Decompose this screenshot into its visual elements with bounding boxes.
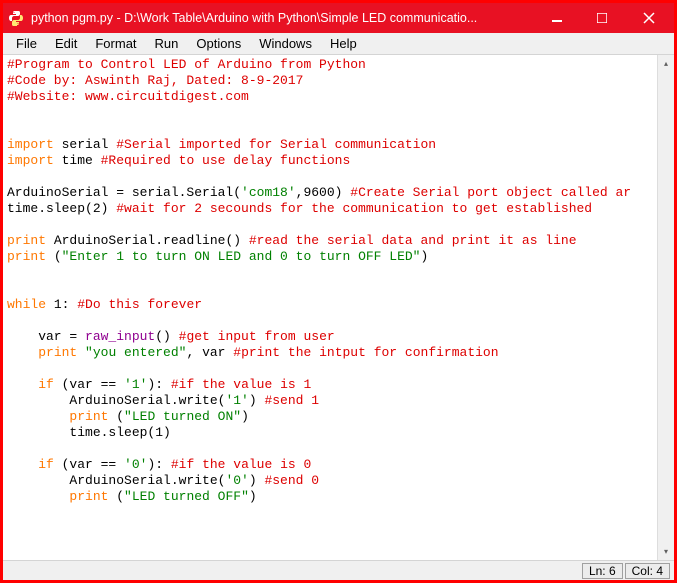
code-text: '0' — [225, 473, 248, 488]
code-text: ) — [420, 249, 428, 264]
code-text: "LED turned OFF" — [124, 489, 249, 504]
code-text: ,9600) — [296, 185, 351, 200]
code-text: ( — [46, 249, 62, 264]
code-text: print — [7, 233, 46, 248]
code-text: time.sleep(1) — [7, 425, 171, 440]
minimize-button[interactable] — [534, 3, 579, 33]
status-column: Col: 4 — [625, 563, 670, 579]
menu-run[interactable]: Run — [146, 34, 188, 53]
menu-windows[interactable]: Windows — [250, 34, 321, 53]
code-text — [7, 489, 69, 504]
code-text: print — [38, 345, 77, 360]
code-text: print — [7, 249, 46, 264]
code-text — [77, 345, 85, 360]
code-text: #send 1 — [264, 393, 319, 408]
code-text: #wait for 2 secounds for the communicati… — [116, 201, 592, 216]
menu-help[interactable]: Help — [321, 34, 366, 53]
window-controls — [534, 3, 674, 33]
code-text: #if the value is 0 — [171, 457, 311, 472]
python-icon — [7, 9, 25, 27]
maximize-button[interactable] — [579, 3, 624, 33]
code-text: ArduinoSerial.readline() — [46, 233, 249, 248]
code-text: ( — [108, 489, 124, 504]
code-text: #if the value is 1 — [171, 377, 311, 392]
scroll-down-button[interactable]: ▾ — [658, 543, 674, 560]
code-text: ArduinoSerial.write( — [7, 393, 225, 408]
statusbar: Ln: 6 Col: 4 — [3, 560, 674, 580]
code-text: #Create Serial port object called ar — [350, 185, 631, 200]
scrollbar-track[interactable] — [658, 72, 674, 543]
chevron-up-icon: ▴ — [664, 59, 668, 68]
menu-file[interactable]: File — [7, 34, 46, 53]
code-text: #Required to use delay functions — [101, 153, 351, 168]
code-text: raw_input — [85, 329, 155, 344]
code-text: '1' — [225, 393, 248, 408]
code-text: #read the serial data and print it as li… — [249, 233, 577, 248]
close-icon — [643, 12, 655, 24]
close-button[interactable] — [624, 3, 674, 33]
code-text — [7, 409, 69, 424]
code-text: '0' — [124, 457, 147, 472]
code-text: import — [7, 137, 54, 152]
code-text — [7, 345, 38, 360]
code-text: '1' — [124, 377, 147, 392]
code-text — [7, 457, 38, 472]
code-text: 'com18' — [241, 185, 296, 200]
status-line: Ln: 6 — [582, 563, 623, 579]
code-text: print — [69, 409, 108, 424]
code-text: import — [7, 153, 54, 168]
code-text: ) — [249, 489, 257, 504]
code-text: #Serial imported for Serial communicatio… — [116, 137, 436, 152]
code-text: #Code by: Aswinth Raj, Dated: 8-9-2017 — [7, 73, 303, 88]
code-text — [7, 377, 38, 392]
code-editor[interactable]: #Program to Control LED of Arduino from … — [3, 55, 657, 560]
vertical-scrollbar[interactable]: ▴ ▾ — [657, 55, 674, 560]
code-text: #Website: www.circuitdigest.com — [7, 89, 249, 104]
code-text: print — [69, 489, 108, 504]
maximize-icon — [597, 13, 607, 23]
code-text: , var — [186, 345, 233, 360]
code-text: "LED turned ON" — [124, 409, 241, 424]
code-text: ) — [249, 393, 265, 408]
idle-window: python pgm.py - D:\Work Table\Arduino wi… — [0, 0, 677, 583]
code-text: ArduinoSerial = serial.Serial( — [7, 185, 241, 200]
code-text: () — [155, 329, 178, 344]
code-text: #get input from user — [179, 329, 335, 344]
code-text: time.sleep(2) — [7, 201, 116, 216]
code-text: (var == — [54, 377, 124, 392]
code-text: #Do this forever — [77, 297, 202, 312]
minimize-icon — [552, 13, 562, 23]
code-text: serial — [54, 137, 116, 152]
menu-options[interactable]: Options — [187, 34, 250, 53]
code-text: "Enter 1 to turn ON LED and 0 to turn OF… — [62, 249, 421, 264]
code-text: var = — [7, 329, 85, 344]
titlebar[interactable]: python pgm.py - D:\Work Table\Arduino wi… — [3, 3, 674, 33]
code-text: ) — [249, 473, 265, 488]
code-text: if — [38, 457, 54, 472]
chevron-down-icon: ▾ — [664, 547, 668, 556]
content-area: #Program to Control LED of Arduino from … — [3, 55, 674, 560]
code-text: #Program to Control LED of Arduino from … — [7, 57, 366, 72]
code-text: 1: — [46, 297, 77, 312]
code-text: while — [7, 297, 46, 312]
code-text: ( — [108, 409, 124, 424]
scroll-up-button[interactable]: ▴ — [658, 55, 674, 72]
code-text: #send 0 — [264, 473, 319, 488]
code-text: ) — [241, 409, 249, 424]
code-text: if — [38, 377, 54, 392]
code-text: time — [54, 153, 101, 168]
code-text: ): — [147, 457, 170, 472]
code-text: ArduinoSerial.write( — [7, 473, 225, 488]
window-title: python pgm.py - D:\Work Table\Arduino wi… — [31, 11, 534, 25]
menubar: File Edit Format Run Options Windows Hel… — [3, 33, 674, 55]
code-text: (var == — [54, 457, 124, 472]
code-text: "you entered" — [85, 345, 186, 360]
menu-edit[interactable]: Edit — [46, 34, 86, 53]
code-text: #print the intput for confirmation — [233, 345, 498, 360]
code-text: ): — [147, 377, 170, 392]
menu-format[interactable]: Format — [86, 34, 145, 53]
